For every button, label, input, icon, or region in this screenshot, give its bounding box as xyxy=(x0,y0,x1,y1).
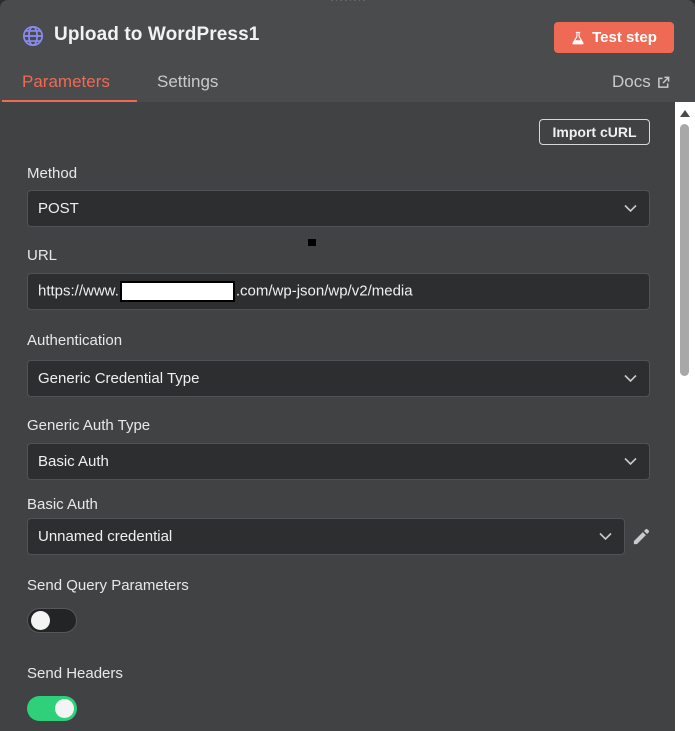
send-query-label: Send Query Parameters xyxy=(27,577,189,594)
generic-auth-type-label: Generic Auth Type xyxy=(27,417,151,434)
chevron-down-icon xyxy=(624,457,637,466)
url-prefix: https://www. xyxy=(38,282,119,300)
tab-bar: Parameters Settings Docs xyxy=(0,62,695,102)
authentication-select[interactable]: Generic Credential Type xyxy=(27,360,650,397)
generic-auth-type-select[interactable]: Basic Auth xyxy=(27,443,650,480)
pencil-icon[interactable] xyxy=(632,527,651,546)
node-title[interactable]: Upload to WordPress1 xyxy=(54,24,259,46)
toggle-knob xyxy=(31,611,50,630)
parameters-content: Import cURL Method POST URL https://www.… xyxy=(0,102,675,731)
url-value: https://www. .com/wp-json/wp/v2/media xyxy=(38,281,413,302)
authentication-value: Generic Credential Type xyxy=(38,370,200,387)
scroll-up-arrow-icon[interactable] xyxy=(680,110,690,117)
method-value: POST xyxy=(38,200,79,217)
docs-label: Docs xyxy=(612,72,651,91)
send-query-toggle[interactable] xyxy=(27,608,77,633)
toggle-knob xyxy=(55,699,74,718)
generic-auth-type-value: Basic Auth xyxy=(38,453,109,470)
redacted-block xyxy=(119,281,235,302)
send-headers-toggle[interactable] xyxy=(27,696,77,721)
globe-icon xyxy=(23,26,43,46)
vertical-scrollbar[interactable] xyxy=(675,102,695,731)
basic-auth-credential-select[interactable]: Unnamed credential xyxy=(27,518,625,555)
basic-auth-value: Unnamed credential xyxy=(38,528,173,545)
send-headers-label: Send Headers xyxy=(27,665,123,682)
test-step-label: Test step xyxy=(592,29,657,46)
import-curl-button[interactable]: Import cURL xyxy=(539,119,650,145)
authentication-label: Authentication xyxy=(27,332,123,349)
tab-settings[interactable]: Settings xyxy=(157,72,218,92)
method-select[interactable]: POST xyxy=(27,190,650,227)
scroll-thumb[interactable] xyxy=(680,124,689,376)
url-label: URL xyxy=(27,247,58,264)
basic-auth-label: Basic Auth xyxy=(27,496,98,513)
chevron-down-icon xyxy=(624,204,637,213)
url-input[interactable]: https://www. .com/wp-json/wp/v2/media xyxy=(27,273,650,310)
url-suffix: .com/wp-json/wp/v2/media xyxy=(235,282,413,300)
chevron-down-icon xyxy=(624,374,637,383)
chevron-down-icon xyxy=(599,532,612,541)
drag-handle[interactable] xyxy=(331,0,365,3)
docs-link[interactable]: Docs xyxy=(612,72,670,92)
external-link-icon xyxy=(657,76,670,88)
flask-icon xyxy=(572,31,584,44)
test-step-button[interactable]: Test step xyxy=(554,22,674,53)
node-panel: Upload to WordPress1 Test step Parameter… xyxy=(0,0,695,731)
method-label: Method xyxy=(27,165,78,182)
cursor-artifact xyxy=(308,239,316,246)
panel-header: Upload to WordPress1 Test step Parameter… xyxy=(0,0,695,102)
tab-parameters[interactable]: Parameters xyxy=(22,72,110,92)
